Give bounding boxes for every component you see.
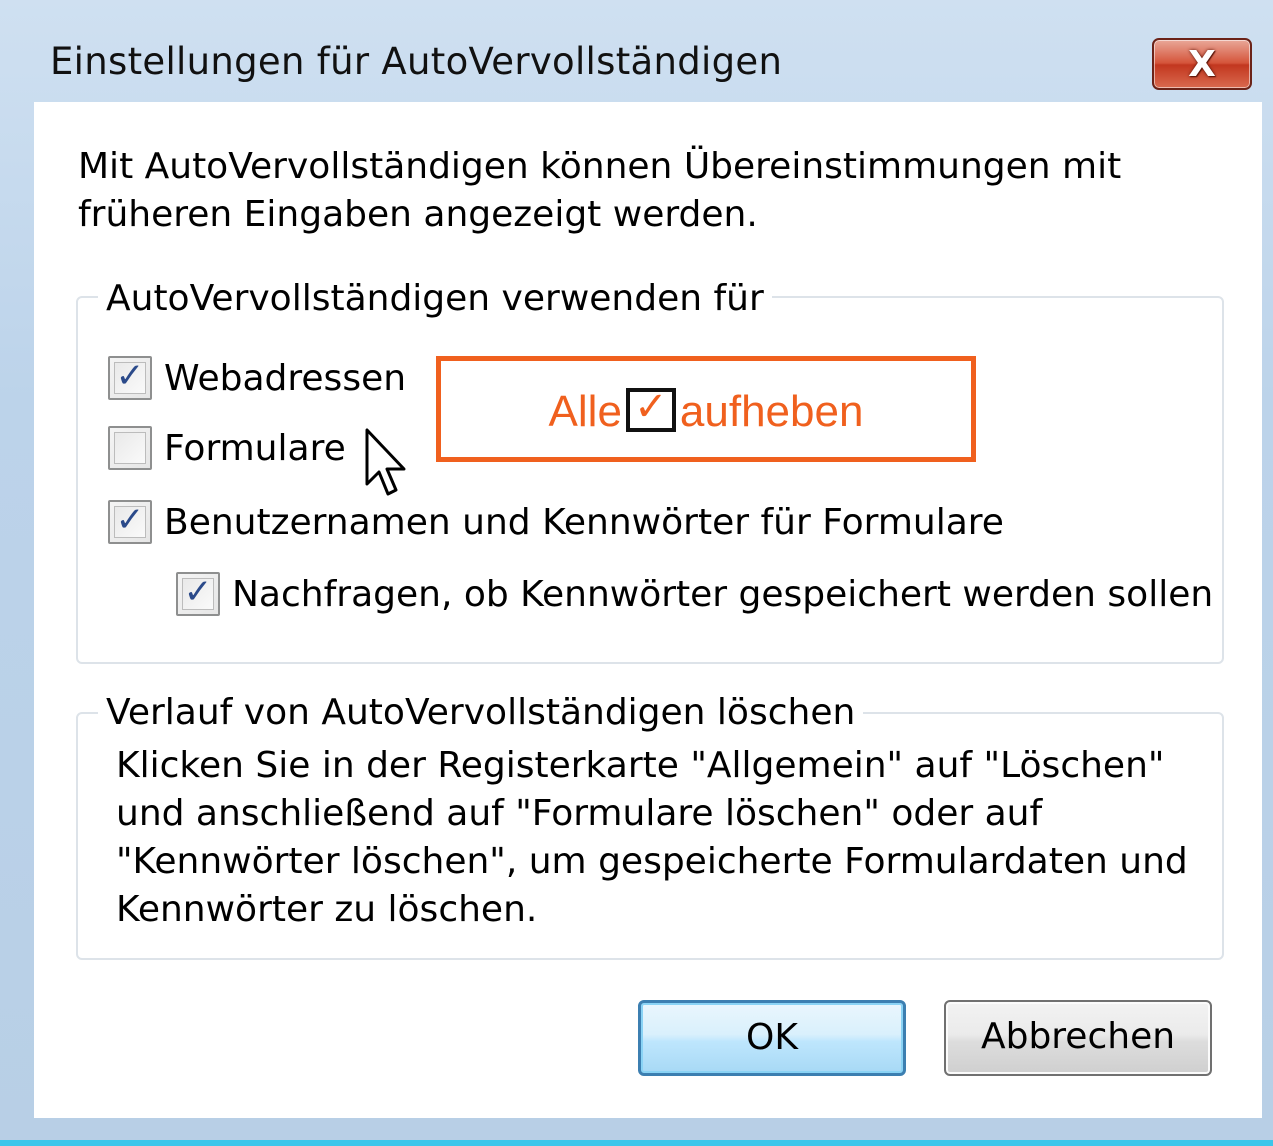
annotation-text-after: aufheben (679, 387, 864, 436)
label-formulare[interactable]: Formulare (164, 428, 346, 469)
label-webadressen[interactable]: Webadressen (164, 358, 406, 399)
window-bottom-edge (0, 1140, 1273, 1146)
window-title: Einstellungen für AutoVervollständigen (50, 40, 783, 83)
dialog-window: Einstellungen für AutoVervollständigen X… (0, 0, 1273, 1146)
instruction-line: "Kennwörter löschen", um gespeicherte Fo… (116, 841, 1188, 882)
label-benutzernamen-kennwoerter[interactable]: Benutzernamen und Kennwörter für Formula… (164, 502, 1004, 543)
intro-text: Mit AutoVervollständigen können Übereins… (78, 146, 1122, 235)
close-button[interactable]: X (1152, 38, 1252, 90)
instruction-line: und anschließend auf "Formulare löschen"… (116, 793, 1043, 834)
ok-button[interactable]: OK (638, 1000, 906, 1076)
clear-history-instructions: Klicken Sie in der Registerkarte "Allgem… (116, 742, 1196, 934)
label-nachfragen-speichern[interactable]: Nachfragen, ob Kennwörter gespeichert we… (232, 574, 1213, 615)
cancel-button[interactable]: Abbrechen (944, 1000, 1212, 1076)
checkbox-nachfragen-speichern[interactable]: ✓ (176, 572, 220, 616)
checkbox-webadressen[interactable]: ✓ (108, 356, 152, 400)
checkbox-check-icon: ✓ (115, 500, 145, 540)
checkbox-check-icon: ✓ (183, 572, 213, 612)
annotation-box: Alle ✓ aufheben (436, 356, 976, 462)
annotation-text: Alle ✓ aufheben (441, 384, 971, 437)
annotation-text-before: Alle (548, 387, 622, 436)
clear-history-legend: Verlauf von AutoVervollständigen löschen (98, 692, 864, 733)
checkbox-check-icon: ✓ (115, 356, 145, 396)
instruction-line: Klicken Sie in der Registerkarte "Allgem… (116, 745, 1165, 786)
checkbox-benutzernamen-kennwoerter[interactable]: ✓ (108, 500, 152, 544)
mouse-pointer-icon (365, 428, 406, 496)
use-autocomplete-legend: AutoVervollständigen verwenden für (98, 278, 772, 319)
checkbox-inner (114, 432, 146, 464)
annotation-checkbox-icon: ✓ (625, 384, 676, 432)
checkbox-formulare[interactable] (108, 426, 152, 470)
instruction-line: Kennwörter zu löschen. (116, 889, 538, 930)
close-icon: X (1188, 44, 1216, 85)
annotation-check-mark: ✓ (634, 384, 668, 430)
